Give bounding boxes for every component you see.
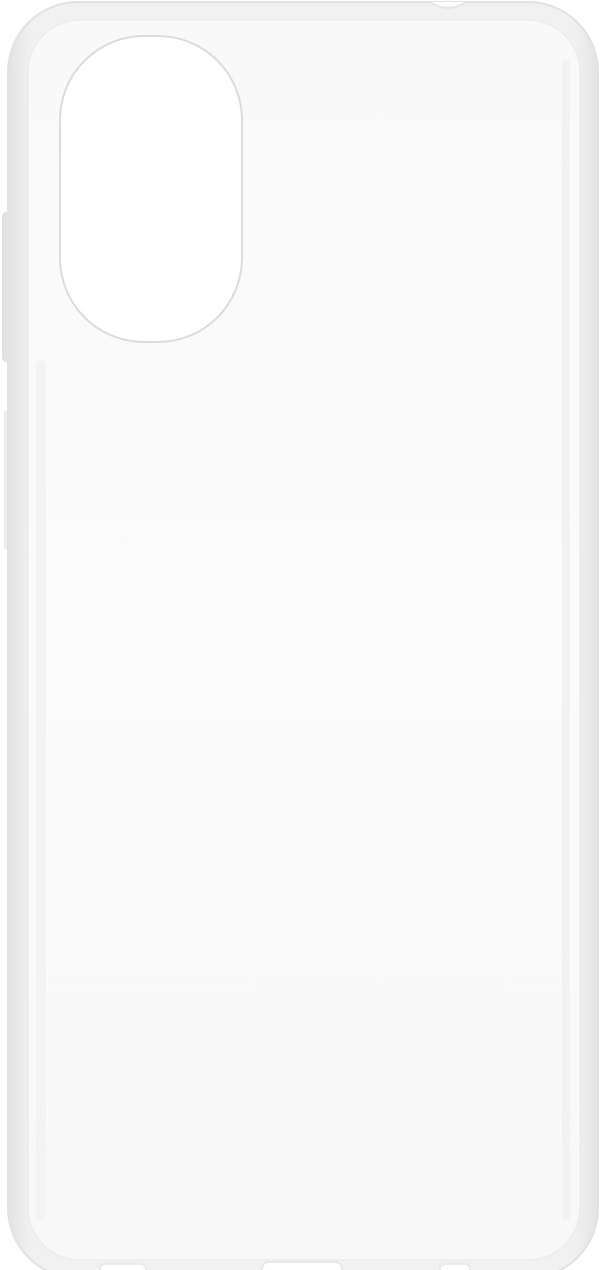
product-image-stage	[0, 0, 600, 1270]
clear-phone-case-illustration	[2, 1, 599, 1270]
panel-highlight-right	[562, 60, 570, 1220]
camera-cutout	[59, 35, 243, 343]
bottom-speaker-cutout-right	[439, 1263, 471, 1270]
bottom-speaker-cutout-left	[99, 1263, 147, 1270]
bottom-port-cutout	[261, 1261, 343, 1270]
panel-highlight	[36, 360, 46, 1220]
